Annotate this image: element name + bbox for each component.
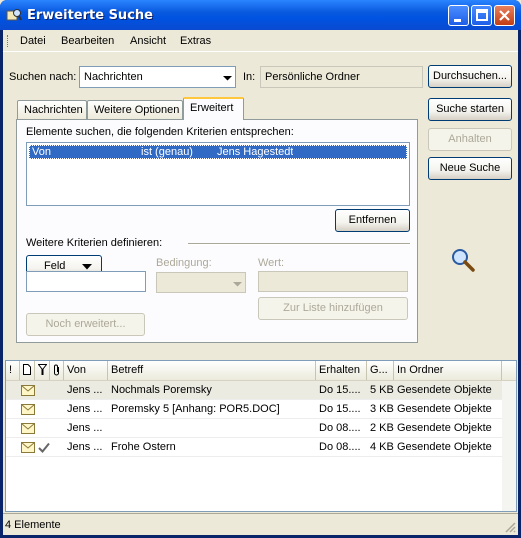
title-bar[interactable]: Erweiterte Suche	[0, 0, 521, 30]
result-folder: Gesendete Objekte	[397, 384, 492, 396]
results-list[interactable]: ! Von Betreff Erhalten G... In Ordner Je…	[5, 360, 517, 512]
condition-label: Bedingung:	[156, 257, 212, 269]
result-row[interactable]: Jens ... Frohe Ostern Do 08.... 4 KB Ges…	[6, 438, 502, 457]
sent-mail-icon	[21, 442, 35, 453]
tab-weitere-optionen[interactable]: Weitere Optionen	[87, 100, 183, 120]
document-icon	[23, 364, 31, 375]
criteria-list[interactable]: Von ist (genau) Jens Hagestedt	[26, 142, 410, 206]
start-search-button[interactable]: Suche starten	[428, 98, 512, 121]
result-row[interactable]: Jens ... Poremsky 5 [Anhang: POR5.DOC] D…	[6, 400, 502, 419]
close-button[interactable]	[494, 5, 515, 26]
chevron-down-icon	[233, 282, 242, 287]
menu-bearbeiten[interactable]: Bearbeiten	[61, 35, 114, 47]
new-search-button[interactable]: Neue Suche	[428, 157, 512, 180]
look-for-value: Nachrichten	[84, 71, 143, 83]
result-subject: Frohe Ostern	[111, 441, 176, 453]
col-attachment[interactable]	[50, 361, 64, 380]
result-row[interactable]: Jens ... Do 08.... 2 KB Gesendete Objekt…	[6, 419, 502, 438]
col-folder[interactable]: In Ordner	[394, 361, 502, 380]
results-scrollbar[interactable]	[502, 381, 516, 511]
condition-dropdown-button[interactable]	[228, 274, 244, 292]
tab-nachrichten[interactable]: Nachrichten	[17, 100, 87, 120]
menu-extras[interactable]: Extras	[180, 35, 211, 47]
criteria-field: Von	[32, 146, 51, 158]
col-from[interactable]: Von	[64, 361, 108, 380]
col-subject[interactable]: Betreff	[108, 361, 316, 380]
dialog-client: Datei Bearbeiten Ansicht Extras Suchen n…	[3, 30, 518, 535]
close-icon	[499, 10, 510, 21]
result-received: Do 15....	[319, 384, 361, 396]
result-folder: Gesendete Objekte	[397, 422, 492, 434]
more-advanced-button[interactable]: Noch erweitert...	[26, 313, 145, 336]
define-separator	[188, 243, 410, 245]
col-size[interactable]: G...	[367, 361, 394, 380]
result-size: 5 KB	[370, 384, 394, 396]
col-flag[interactable]	[35, 361, 50, 380]
search-magnifier-icon	[452, 249, 475, 272]
menu-ansicht[interactable]: Ansicht	[130, 35, 166, 47]
result-from: Jens ...	[67, 384, 103, 396]
menu-bar: Datei Bearbeiten Ansicht Extras	[3, 30, 518, 52]
in-folder-value: Persönliche Ordner	[265, 71, 360, 83]
field-name-input[interactable]	[26, 271, 146, 292]
chevron-down-icon	[82, 264, 92, 270]
result-received: Do 08....	[319, 441, 361, 453]
browse-button[interactable]: Durchsuchen...	[428, 65, 512, 88]
sent-mail-icon	[21, 385, 35, 396]
result-subject: Poremsky 5 [Anhang: POR5.DOC]	[111, 403, 280, 415]
result-received: Do 08....	[319, 422, 361, 434]
status-text: 4 Elemente	[5, 519, 61, 531]
result-received: Do 15....	[319, 403, 361, 415]
criteria-label: Elemente suchen, die folgenden Kriterien…	[26, 126, 294, 138]
remove-button[interactable]: Entfernen	[335, 209, 410, 232]
flag-icon	[37, 364, 48, 375]
result-size: 2 KB	[370, 422, 394, 434]
maximize-button[interactable]	[471, 5, 492, 26]
checkmark-icon	[38, 442, 50, 453]
result-folder: Gesendete Objekte	[397, 403, 492, 415]
col-received[interactable]: Erhalten	[316, 361, 367, 380]
col-icon[interactable]	[20, 361, 35, 380]
status-bar: 4 Elemente	[3, 513, 518, 535]
advanced-tab-panel: Elemente suchen, die folgenden Kriterien…	[16, 119, 418, 343]
maximize-icon	[476, 9, 488, 21]
look-for-dropdown-button[interactable]	[218, 68, 234, 86]
criteria-row-selected[interactable]: Von ist (genau) Jens Hagestedt	[29, 145, 407, 159]
result-folder: Gesendete Objekte	[397, 441, 492, 453]
minimize-icon	[454, 19, 461, 22]
chevron-down-icon	[223, 76, 232, 81]
paperclip-icon	[54, 364, 59, 376]
in-folder-field: Persönliche Ordner	[260, 66, 423, 88]
look-for-label: Suchen nach:	[9, 71, 77, 83]
result-size: 3 KB	[370, 403, 394, 415]
sent-mail-icon	[21, 404, 35, 415]
result-row[interactable]: Jens ... Nochmals Poremsky Do 15.... 5 K…	[6, 381, 502, 400]
tab-erweitert[interactable]: Erweitert	[183, 97, 244, 120]
condition-select[interactable]	[156, 272, 246, 293]
define-criteria-label: Weitere Kriterien definieren:	[26, 237, 163, 249]
advanced-find-window: Erweiterte Suche Datei Bearbeiten Ansich…	[0, 0, 521, 538]
minimize-button[interactable]	[448, 5, 469, 26]
value-label: Wert:	[258, 257, 285, 269]
sent-mail-icon	[21, 423, 35, 434]
result-subject: Nochmals Poremsky	[111, 384, 212, 396]
add-to-list-button[interactable]: Zur Liste hinzufügen	[258, 297, 408, 320]
result-size: 4 KB	[370, 441, 394, 453]
find-app-icon	[6, 9, 22, 21]
menu-datei[interactable]: Datei	[20, 35, 46, 47]
result-from: Jens ...	[67, 403, 103, 415]
window-title: Erweiterte Suche	[27, 8, 153, 23]
results-header: ! Von Betreff Erhalten G... In Ordner	[6, 361, 516, 381]
in-label: In:	[243, 71, 256, 83]
criteria-condition: ist (genau)	[141, 146, 193, 158]
col-importance[interactable]: !	[6, 361, 20, 380]
value-input[interactable]	[258, 271, 408, 292]
resize-grip-icon[interactable]	[504, 521, 516, 533]
result-from: Jens ...	[67, 441, 103, 453]
criteria-value: Jens Hagestedt	[217, 146, 294, 158]
result-from: Jens ...	[67, 422, 103, 434]
stop-button[interactable]: Anhalten	[428, 128, 512, 151]
menu-grip[interactable]	[7, 35, 10, 47]
look-for-select[interactable]: Nachrichten	[79, 66, 236, 88]
